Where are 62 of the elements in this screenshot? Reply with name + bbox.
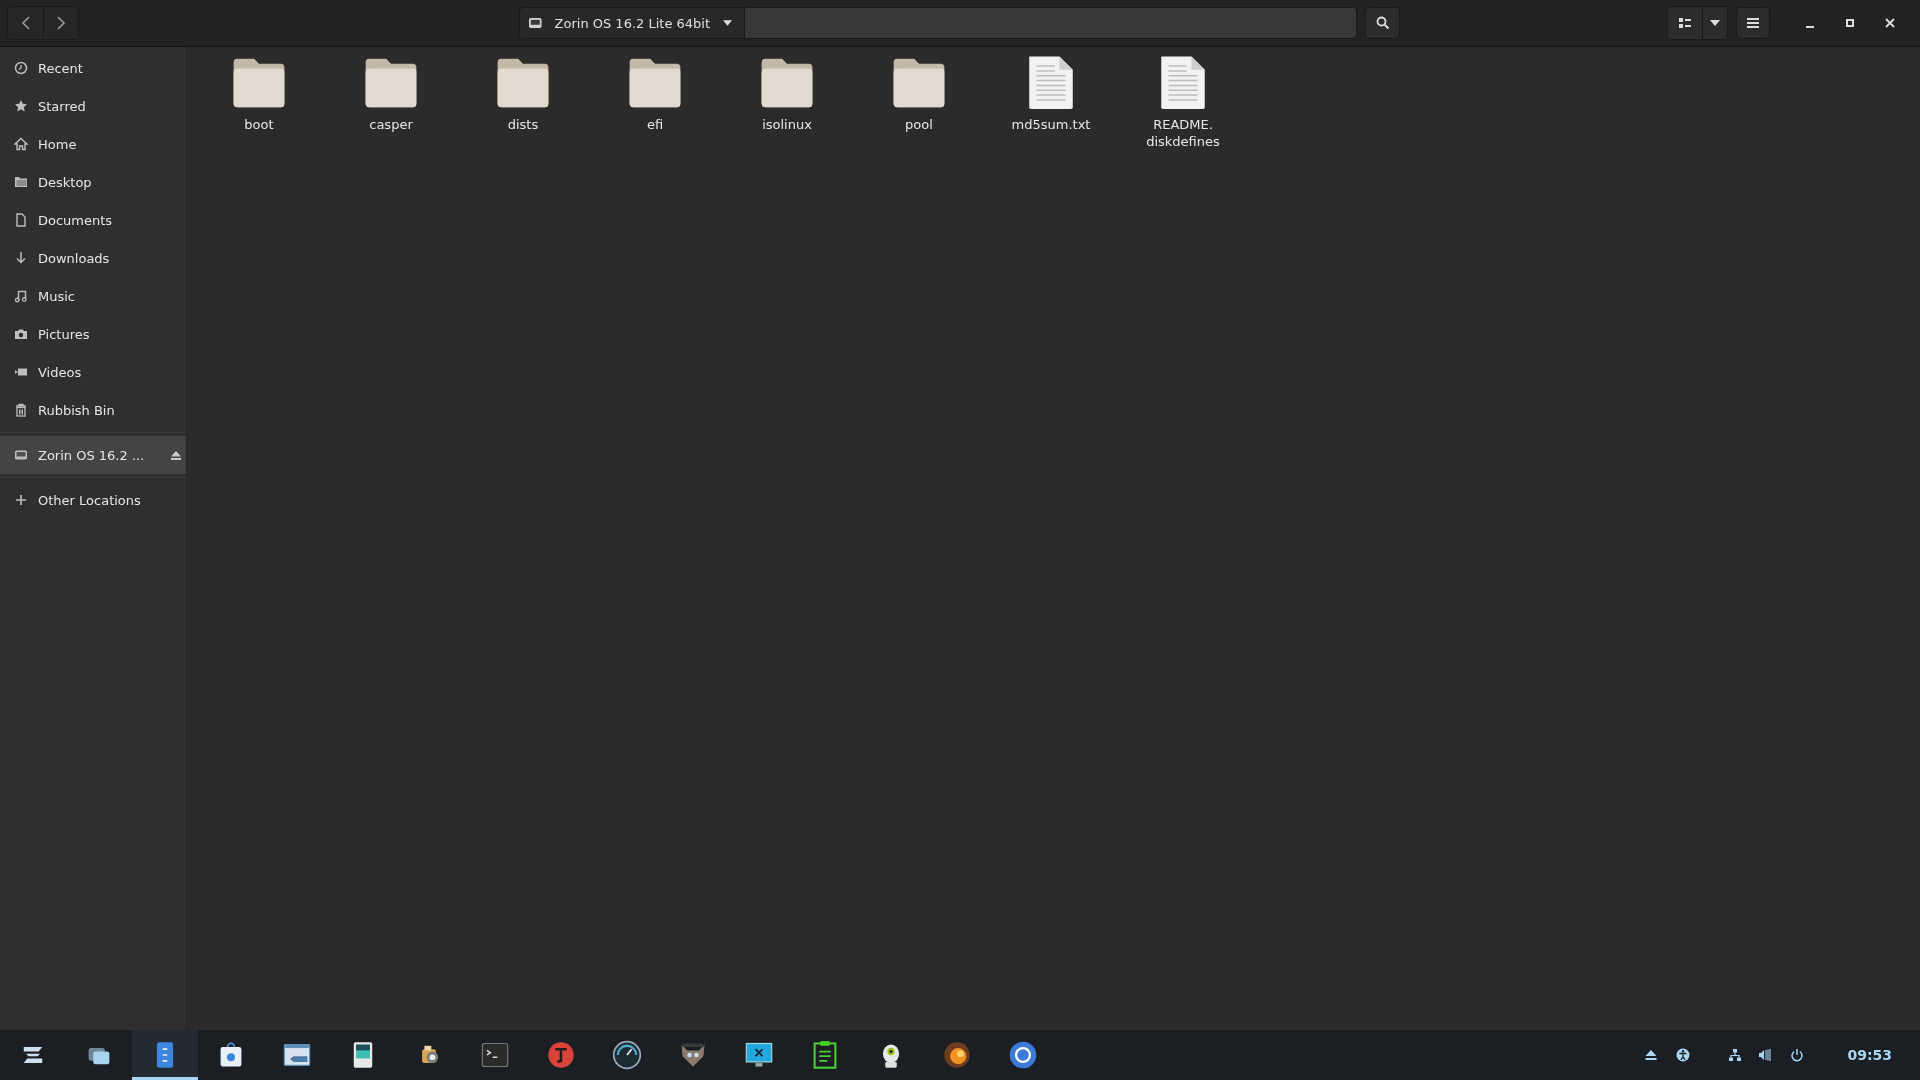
chevron-right-icon [56, 16, 66, 30]
sidebar-item[interactable]: Other Locations [0, 481, 186, 519]
file-name[interactable]: isolinux [762, 116, 812, 133]
caret-icon [723, 20, 732, 26]
accessibility-icon [1676, 1048, 1691, 1062]
sidebar-item[interactable]: Rubbish Bin [0, 391, 186, 429]
sidebar-item[interactable]: Desktop [0, 163, 186, 201]
search-button[interactable] [1365, 7, 1400, 39]
maximize-icon [1845, 18, 1855, 28]
sidebar-item[interactable]: Starred [0, 87, 186, 125]
file-name[interactable]: efi [646, 116, 664, 133]
file-name[interactable]: boot [244, 116, 274, 133]
music-icon [14, 289, 28, 303]
search-icon [1375, 16, 1390, 30]
trash-icon [14, 403, 28, 417]
plus-icon [14, 493, 28, 507]
camera-icon [14, 327, 28, 341]
power-icon [1790, 1048, 1805, 1062]
sidebar-item[interactable]: Videos [0, 353, 186, 391]
sidebar-item[interactable]: Downloads [0, 239, 186, 277]
drive-icon [529, 17, 542, 29]
menu-icon [1747, 18, 1759, 28]
monitor-icon [744, 1040, 774, 1070]
clock-icon [14, 61, 28, 75]
chevron-left-icon [20, 16, 31, 30]
minimize-icon [1806, 26, 1814, 28]
sidebar-item[interactable]: Home [0, 125, 186, 163]
file-name[interactable]: dists [507, 116, 539, 133]
eject-icon [171, 450, 182, 460]
sidebar-item[interactable]: Pictures [0, 315, 186, 353]
view-list-button[interactable] [1668, 7, 1702, 39]
location-button[interactable]: Zorin OS 16.2 Lite 64bit [519, 7, 745, 39]
clock-text[interactable]: 09:53 [1847, 1047, 1892, 1063]
file-name[interactable]: casper [369, 116, 413, 133]
browser-icon [1008, 1040, 1038, 1070]
download-icon [14, 251, 28, 265]
terminal-icon [480, 1040, 510, 1070]
speed-gauge-icon [612, 1040, 642, 1070]
drive-icon [14, 448, 28, 462]
home-icon [14, 137, 28, 151]
star-icon [14, 99, 28, 113]
close-icon [1885, 18, 1895, 28]
view-options-button[interactable] [1702, 7, 1727, 39]
taskbar-app-button[interactable] [132, 1030, 198, 1080]
eject-icon [1644, 1048, 1659, 1062]
menu-button[interactable] [1736, 7, 1770, 39]
forward-button[interactable] [43, 7, 78, 39]
folder-icon [14, 175, 28, 189]
swirl-icon [942, 1040, 972, 1070]
network-icon [1728, 1048, 1743, 1062]
sidebar-item[interactable]: Documents [0, 201, 186, 239]
font-viewer-icon [546, 1040, 576, 1070]
caret-icon [1710, 20, 1720, 26]
file-name[interactable]: pool [905, 116, 933, 133]
document-icon [14, 213, 28, 227]
volume-icon [1758, 1048, 1773, 1062]
sidebar-item[interactable]: Music [0, 277, 186, 315]
sidebar-item[interactable]: Recent [0, 49, 186, 87]
file-name[interactable]: README. diskdefines [1146, 116, 1220, 150]
sidebar-item[interactable]: Zorin OS 16.2 ... [0, 436, 186, 474]
list-icon [1679, 18, 1691, 28]
file-name[interactable]: md5sum.txt [1011, 116, 1091, 133]
